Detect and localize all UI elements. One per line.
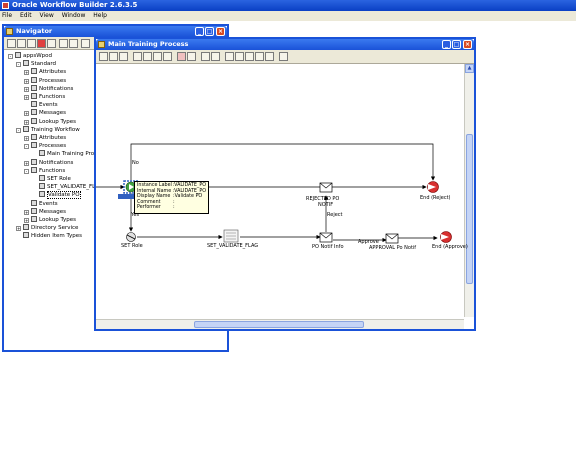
node-label-po-notif-info[interactable]: PO Notif Info xyxy=(312,244,344,250)
edge-no xyxy=(130,143,436,181)
node-label-set-role[interactable]: SET Role xyxy=(121,243,143,249)
node-label-rejected-notif-2[interactable]: NOTIF xyxy=(318,202,333,208)
node-label-set-validate-flag[interactable]: SET_VALIDATE_FLAG xyxy=(207,243,258,249)
activity-tooltip: Instance Label: VALIDATE_PO Internal Name… xyxy=(134,181,209,214)
node-label-end-reject[interactable]: End (Reject) xyxy=(420,195,451,201)
edge-label-approve: Approve xyxy=(358,239,379,245)
process-diagram xyxy=(96,143,452,244)
tooltip-key: Performer xyxy=(137,205,161,211)
tooltip-separator: : xyxy=(173,205,175,211)
node-label-end-approve[interactable]: End (Approve) xyxy=(432,244,468,250)
tooltip-value: Validate PO xyxy=(174,194,203,200)
edge-label-no: No xyxy=(132,160,139,166)
edge-label-reject: Reject xyxy=(327,212,343,218)
tooltip-row: Performer: xyxy=(137,205,206,211)
node-label-approval-notif[interactable]: APPROVAL Po Notif xyxy=(369,245,416,251)
